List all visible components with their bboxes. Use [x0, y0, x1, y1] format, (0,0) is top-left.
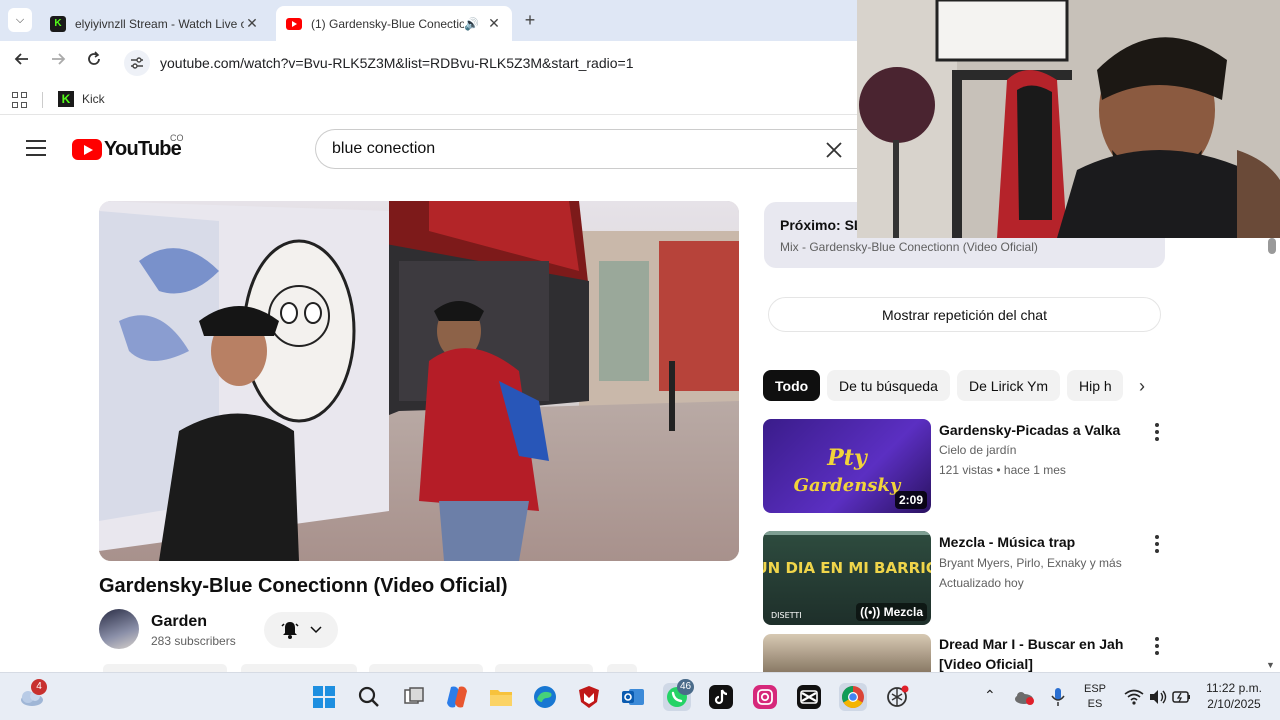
recommendation-title[interactable]: Mezcla - Música trap [939, 532, 1139, 552]
clock-date: 2/10/2025 [1207, 697, 1261, 711]
video-thumbnail[interactable]: UN DIA EN MI BARRIO DISETTI ((•)) Mezcla [763, 531, 931, 625]
chevron-down-icon [310, 626, 322, 634]
arrow-right-icon [52, 53, 66, 65]
edge-icon[interactable] [531, 683, 559, 711]
task-view-icon[interactable] [400, 683, 428, 711]
kick-icon: K [58, 91, 74, 107]
webcam-frame [857, 0, 1280, 238]
bookmarks-divider [42, 92, 43, 108]
svg-text:DISETTI: DISETTI [771, 611, 802, 620]
microphone-icon[interactable] [1044, 683, 1072, 711]
outlook-icon[interactable] [619, 683, 647, 711]
site-info-icon[interactable] [124, 50, 150, 76]
more-options-icon[interactable] [1151, 535, 1163, 553]
channel-name[interactable]: Garden [151, 613, 207, 631]
chip-todo[interactable]: Todo [763, 370, 821, 401]
kick-icon: K [50, 15, 66, 32]
capcut-icon[interactable] [795, 683, 823, 711]
search-query: blue conection [332, 140, 436, 157]
chevron-down-icon: ⌵ [15, 13, 25, 26]
close-icon[interactable]: ✕ [244, 15, 260, 32]
svg-text:Pty: Pty [826, 445, 869, 471]
recommendation-title[interactable]: Gardensky-Picadas a Valka [939, 420, 1139, 440]
chevron-right-icon[interactable]: › [1132, 374, 1152, 398]
forward-button[interactable] [46, 51, 70, 75]
windows-start-icon[interactable] [310, 683, 338, 711]
tab-youtube-video[interactable]: (1) Gardensky-Blue Conectionn (Video Ofi… [276, 6, 512, 41]
tab-title: (1) Gardensky-Blue Conectionn (Video Ofi… [311, 16, 464, 31]
country-code: CO [170, 133, 184, 143]
recommendation-title[interactable]: Dread Mar I - Buscar en Jah [Video Ofici… [939, 634, 1139, 674]
cloud-sync-icon[interactable] [1010, 683, 1038, 711]
system-clock[interactable]: 11:22 p.m. 2/10/2025 [1200, 680, 1268, 712]
search-input[interactable]: blue conection [315, 129, 860, 169]
webcam-overlay [857, 0, 1280, 238]
copilot-icon[interactable] [443, 683, 471, 711]
new-tab-button[interactable]: + [520, 10, 540, 30]
scrollbar-thumb[interactable] [1268, 238, 1276, 254]
subscriber-count: 283 subscribers [151, 634, 236, 648]
video-frame [99, 201, 739, 561]
menu-icon[interactable] [26, 140, 46, 156]
more-options-icon[interactable] [1151, 637, 1163, 655]
up-next-subtitle: Mix - Gardensky-Blue Conectionn (Video O… [780, 240, 1038, 254]
bookmark-kick[interactable]: K Kick [58, 91, 105, 107]
close-icon[interactable] [822, 138, 846, 162]
video-player[interactable] [99, 201, 739, 561]
back-button[interactable] [10, 51, 34, 75]
url-text: youtube.com/watch?v=Bvu-RLK5Z3M&list=RDB… [160, 55, 634, 71]
chrome-icon[interactable] [839, 683, 867, 711]
svg-text:UN DIA EN MI BARRIO: UN DIA EN MI BARRIO [763, 559, 931, 577]
mix-badge: ((•)) Mezcla [856, 603, 927, 621]
tiktok-icon[interactable] [707, 683, 735, 711]
svg-text:Gardensky: Gardensky [794, 475, 902, 496]
instagram-icon[interactable] [751, 683, 779, 711]
whatsapp-badge: 46 [677, 679, 695, 695]
language-indicator[interactable]: ESP ES [1080, 682, 1110, 712]
close-icon[interactable]: ✕ [486, 15, 502, 32]
scroll-down-arrow[interactable]: ▼ [1266, 660, 1275, 670]
weather-badge: 4 [31, 679, 47, 695]
chip-hip-hop[interactable]: Hip h [1067, 370, 1123, 401]
mcafee-icon[interactable] [575, 683, 603, 711]
recommendation-stats: 121 vistas • hace 1 mes [939, 463, 1066, 477]
speaker-icon[interactable]: 🔊 [464, 17, 480, 31]
apps-grid-icon[interactable] [12, 92, 28, 108]
battery-icon[interactable] [1168, 683, 1196, 711]
windows-taskbar: 4 46 ⌃ ESP ES [0, 672, 1280, 720]
recommendation-stats: Actualizado hoy [939, 576, 1024, 590]
bell-icon [281, 622, 299, 639]
search-icon[interactable] [355, 683, 383, 711]
notification-bell-button[interactable] [264, 612, 338, 648]
video-duration: 2:09 [894, 491, 927, 509]
more-options-icon[interactable] [1151, 423, 1163, 441]
clock-time: 11:22 p.m. [1206, 681, 1262, 695]
up-next-label: Próximo: SL [780, 217, 863, 233]
youtube-play-icon [72, 139, 102, 160]
file-explorer-icon[interactable] [487, 683, 515, 711]
video-title: Gardensky-Blue Conectionn (Video Oficial… [99, 575, 508, 597]
bookmark-label: Kick [82, 92, 105, 106]
video-thumbnail[interactable]: Pty Gardensky 2:09 [763, 419, 931, 513]
arrow-left-icon [14, 53, 28, 65]
reload-icon [88, 51, 100, 65]
video-thumbnail[interactable] [763, 634, 931, 672]
chip-de-tu-busqueda[interactable]: De tu búsqueda [827, 370, 950, 401]
chevron-up-icon[interactable]: ⌃ [984, 687, 996, 704]
youtube-icon [286, 17, 302, 30]
youtube-logo[interactable]: YouTube CO [72, 133, 184, 161]
tab-kick-stream[interactable]: K elyiyivnzll Stream - Watch Live on Kic… [40, 6, 270, 41]
address-bar[interactable]: youtube.com/watch?v=Bvu-RLK5Z3M&list=RDB… [120, 47, 860, 79]
recommendation-channel[interactable]: Bryant Myers, Pirlo, Exnaky y más [939, 556, 1122, 570]
recommendation-channel[interactable]: Cielo de jardín [939, 443, 1016, 457]
tab-search-button[interactable]: ⌵ [8, 8, 32, 32]
chat-replay-button[interactable]: Mostrar repetición del chat [768, 297, 1161, 332]
chip-de-lirick-ym[interactable]: De Lirick Ym [957, 370, 1061, 401]
reload-button[interactable] [82, 51, 106, 75]
avatar[interactable] [99, 609, 139, 649]
chatgpt-icon[interactable] [883, 683, 911, 711]
tab-title: elyiyivnzll Stream - Watch Live on Kick [75, 16, 244, 31]
